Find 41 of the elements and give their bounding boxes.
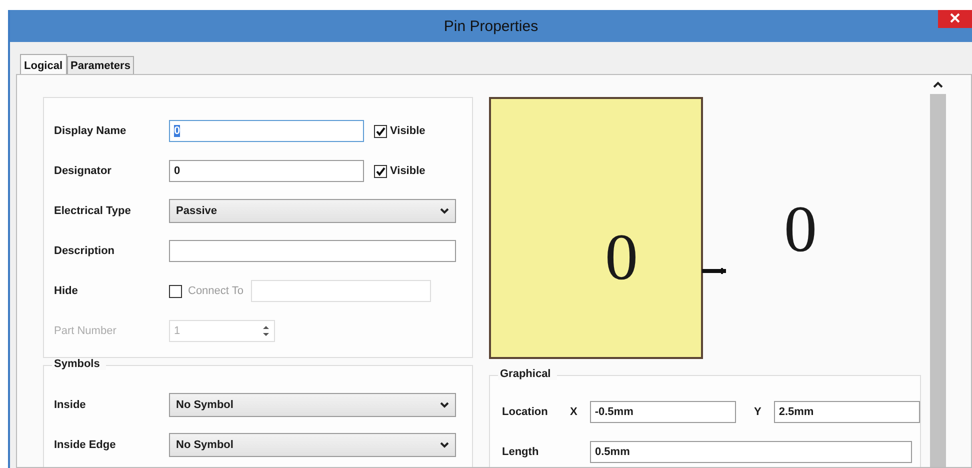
field-label: Location — [502, 406, 549, 418]
input-field[interactable]: 0 — [169, 120, 364, 142]
tab[interactable]: Parameters — [66, 56, 134, 75]
checkbox[interactable] — [374, 124, 387, 138]
field-label: Y — [754, 406, 762, 418]
field-label: Hide — [54, 285, 79, 297]
field-label: Part Number — [54, 325, 118, 337]
input-field[interactable]: 0.5mm — [590, 441, 912, 463]
group-title: Graphical — [498, 368, 557, 380]
field-label: Display Name — [54, 125, 128, 137]
input-field[interactable]: -0.5mm — [590, 401, 736, 423]
pin-name: 0 — [605, 225, 638, 291]
pin-line — [702, 267, 728, 275]
field-label: Inside Edge — [54, 439, 117, 451]
tab[interactable]: Logical — [20, 54, 67, 76]
input-field[interactable]: 2.5mm — [774, 401, 920, 423]
chevron-icon — [440, 442, 449, 448]
dropdown[interactable]: No Symbol — [169, 433, 456, 457]
checkbox-label: Connect To — [188, 285, 244, 297]
chevron-icon — [440, 402, 449, 408]
field-label: Designator — [54, 165, 112, 177]
input-field[interactable]: 0 — [169, 160, 364, 182]
dropdown[interactable]: Passive — [169, 199, 456, 223]
field-label: Description — [54, 245, 116, 257]
checkbox-label: Visible — [390, 125, 426, 137]
input-field[interactable] — [169, 240, 456, 262]
close-button[interactable] — [938, 10, 972, 28]
field-label: Length — [502, 446, 540, 458]
spinner-field: 1 — [169, 320, 275, 342]
group-title: Symbols — [52, 358, 106, 370]
scroll-up-icon[interactable] — [933, 81, 943, 88]
field-label: X — [570, 406, 578, 418]
dropdown[interactable]: No Symbol — [169, 393, 456, 417]
pin-designator: 0 — [784, 197, 817, 263]
close-icon — [950, 13, 960, 23]
checkbox-label: Visible — [390, 165, 426, 177]
field-label: Electrical Type — [54, 205, 132, 217]
checkbox[interactable] — [374, 164, 387, 178]
window-title: Pin Properties — [444, 18, 538, 34]
field-label: Inside — [54, 399, 87, 411]
chevron-icon — [440, 208, 449, 214]
